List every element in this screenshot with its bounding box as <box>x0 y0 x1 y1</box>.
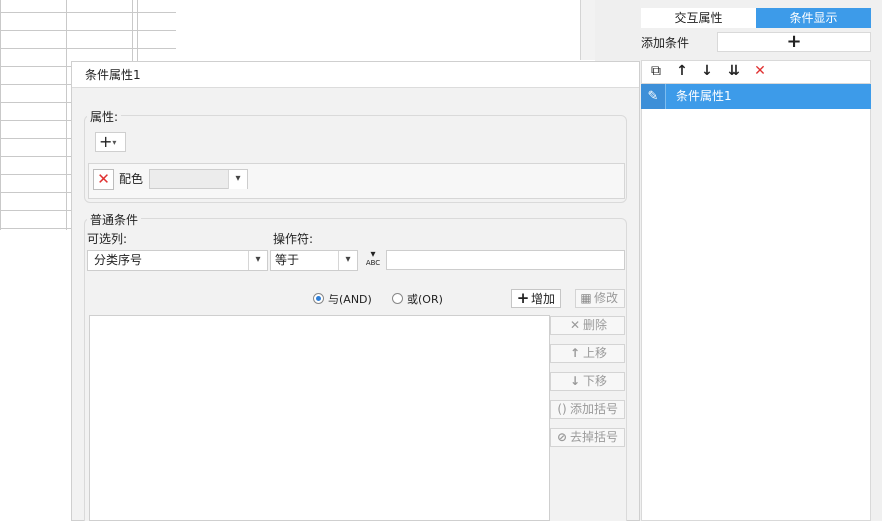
or-radio[interactable] <box>392 293 403 304</box>
remove-bracket-button[interactable]: ⊘ 去掉括号 <box>550 428 625 447</box>
operator-select[interactable]: 等于 ▾ <box>270 250 358 271</box>
delete-icon[interactable]: ✕ <box>750 62 770 80</box>
modify-button[interactable]: ▦ 修改 <box>575 289 625 308</box>
move-down-button-label: 下移 <box>583 374 608 388</box>
plus-icon: + <box>516 289 530 307</box>
arrow-down-icon[interactable]: ↓ <box>697 62 717 80</box>
chevron-down-icon: ▾ <box>248 251 267 270</box>
condition-list-item-label: 条件属性1 <box>676 89 732 103</box>
tab-condition-display[interactable]: 条件显示 <box>756 8 871 28</box>
move-bottom-icon[interactable]: ⇊ <box>724 62 744 80</box>
attribute-name: 配色 <box>119 172 144 186</box>
add-condition-button[interactable]: + <box>717 32 871 52</box>
arrow-up-icon: ↑ <box>569 346 581 360</box>
formula-type-icon[interactable]: ▾ ABC <box>362 250 384 270</box>
normal-condition-label: 普通条件 <box>87 211 142 228</box>
column-value: 分类序号 <box>94 253 143 267</box>
dropdown-glyph: ▾ <box>370 249 376 260</box>
column-label: 可选列: <box>87 232 128 246</box>
add-condition-label: 添加条件 <box>641 36 690 50</box>
add-condition-entry-button[interactable]: + 增加 <box>511 289 561 308</box>
move-up-button[interactable]: ↑ 上移 <box>550 344 625 363</box>
add-button-label: 增加 <box>531 292 556 306</box>
remove-bracket-button-label: 去掉括号 <box>570 430 619 444</box>
attribute-group-label: 属性: <box>87 108 122 125</box>
chevron-down-icon: ▾ <box>112 138 117 147</box>
move-up-button-label: 上移 <box>583 346 608 360</box>
arrow-up-icon[interactable]: ↑ <box>672 62 692 80</box>
tab-interaction-properties[interactable]: 交互属性 <box>641 8 756 28</box>
close-icon: ✕ <box>569 318 581 332</box>
chevron-down-icon: ▾ <box>228 170 247 189</box>
modify-button-label: 修改 <box>594 291 619 305</box>
copy-icon[interactable]: ⧉ <box>646 62 666 80</box>
condition-entries-list[interactable] <box>89 315 550 521</box>
abc-glyph: ABC <box>365 259 381 267</box>
modify-icon: ▦ <box>580 291 592 305</box>
add-bracket-button-label: 添加括号 <box>570 402 619 416</box>
sheet-scroll-edge <box>580 0 595 60</box>
add-attribute-dropdown[interactable]: +▾ <box>95 132 126 152</box>
delete-attribute-button[interactable]: ✕ <box>93 169 114 190</box>
dialog-title: 条件属性1 <box>72 62 639 88</box>
and-radio[interactable] <box>313 293 324 304</box>
move-down-button[interactable]: ↓ 下移 <box>550 372 625 391</box>
and-label: 与(AND) <box>328 293 372 306</box>
arrow-down-icon: ↓ <box>569 374 581 388</box>
chevron-down-icon: ▾ <box>338 251 357 270</box>
delete-button-label: 删除 <box>583 318 608 332</box>
delete-button[interactable]: ✕ 删除 <box>550 316 625 335</box>
condition-value-input[interactable] <box>386 250 625 270</box>
edit-pencil-icon[interactable]: ✎ <box>641 84 666 109</box>
remove-bracket-icon: ⊘ <box>556 430 568 444</box>
operator-value: 等于 <box>275 253 300 267</box>
bracket-icon: () <box>557 402 567 416</box>
column-select[interactable]: 分类序号 ▾ <box>87 250 268 271</box>
add-bracket-button[interactable]: () 添加括号 <box>550 400 625 419</box>
or-label: 或(OR) <box>407 293 443 306</box>
color-scheme-select[interactable]: ▾ <box>149 169 248 189</box>
plus-icon: + <box>786 31 802 52</box>
close-icon: ✕ <box>97 170 110 188</box>
condition-list <box>641 84 871 521</box>
plus-icon: + <box>99 132 113 151</box>
operator-label: 操作符: <box>273 232 314 246</box>
